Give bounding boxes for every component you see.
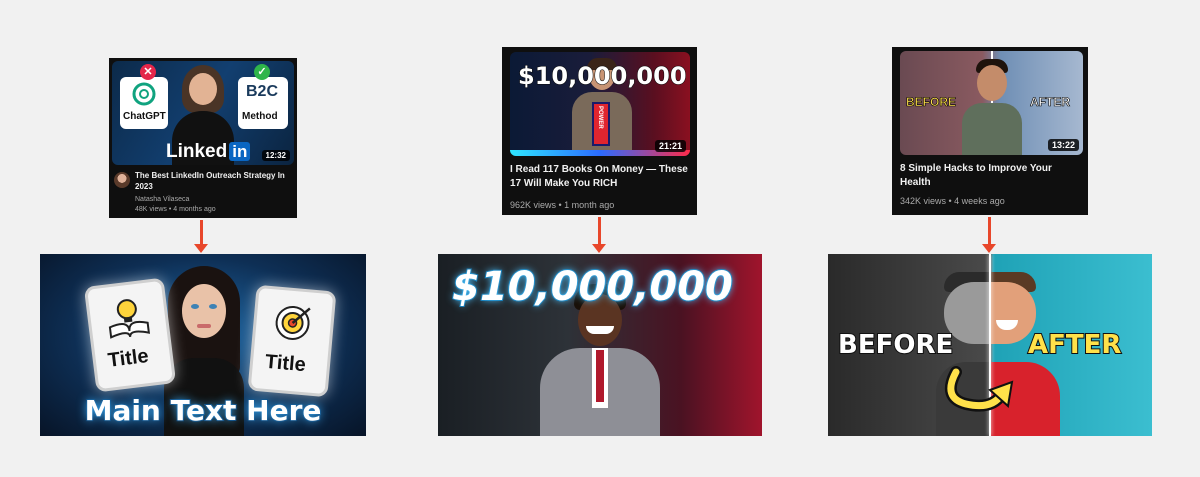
video-title[interactable]: 8 Simple Hacks to Improve Your Health <box>900 162 1080 190</box>
video-duration: 21:21 <box>654 140 686 152</box>
video-title[interactable]: The Best LinkedIn Outreach Strategy In 2… <box>135 170 293 192</box>
before-label: BEFORE <box>906 95 957 110</box>
title-card-left-label: Title <box>106 344 150 372</box>
video-stats: 962K views • 1 month ago <box>510 200 615 210</box>
redesigned-thumbnail-health: BEFORE AFTER <box>828 254 1152 436</box>
video-card-linkedin[interactable]: ChatGPT ✕ B2C Method ✓ Linked in 12:32 Th… <box>109 58 297 218</box>
chatgpt-badge: ChatGPT <box>120 77 168 129</box>
title-card-right-label: Title <box>264 350 307 377</box>
lightbulb-book-icon <box>108 299 151 339</box>
main-text: Main Text Here <box>84 393 323 428</box>
money-overlay: $10,000,000 <box>518 62 688 91</box>
video-title[interactable]: I Read 117 Books On Money — These 17 Wil… <box>510 163 690 191</box>
redesigned-thumbnail-money: $10,000,000 <box>438 254 762 436</box>
video-thumbnail[interactable]: POWER $10,000,000 21:21 <box>510 52 690 156</box>
presenter-image <box>962 59 1022 155</box>
video-card-money[interactable]: POWER $10,000,000 21:21 I Read 117 Books… <box>502 47 697 215</box>
curved-arrow-icon <box>944 366 1014 412</box>
title-card-right: Title <box>247 284 337 398</box>
video-thumbnail[interactable]: ChatGPT ✕ B2C Method ✓ Linked in 12:32 <box>112 61 294 165</box>
b2c-logo: B2C <box>246 83 279 100</box>
channel-avatar[interactable] <box>114 172 130 188</box>
after-label: AFTER <box>1030 95 1071 110</box>
method-label: Method <box>242 111 278 122</box>
money-headline: $10,000,000 <box>451 263 734 311</box>
after-label: AFTER <box>1027 329 1122 361</box>
target-icon <box>275 305 311 340</box>
linkedin-logo: Linked in <box>166 141 251 163</box>
power-book: POWER <box>592 102 610 146</box>
openai-icon <box>132 82 156 106</box>
video-duration: 13:22 <box>1047 139 1079 151</box>
method-badge: B2C Method <box>238 77 288 129</box>
chatgpt-label: ChatGPT <box>123 111 166 122</box>
channel-name[interactable]: Natasha Vilaseca <box>135 196 189 203</box>
redesigned-thumbnail-linkedin: Title Title Main Text Here <box>40 254 366 436</box>
title-card-left: Title <box>83 277 177 393</box>
video-stats: 48K views • 4 months ago <box>135 206 216 213</box>
cross-icon: ✕ <box>140 64 156 80</box>
before-label: BEFORE <box>837 329 954 361</box>
video-duration: 12:32 <box>261 150 290 161</box>
video-thumbnail[interactable]: BEFORE AFTER 13:22 <box>900 51 1083 155</box>
check-icon: ✓ <box>254 64 270 80</box>
video-stats: 342K views • 4 weeks ago <box>900 196 1005 206</box>
video-card-health[interactable]: BEFORE AFTER 13:22 8 Simple Hacks to Imp… <box>892 47 1088 215</box>
